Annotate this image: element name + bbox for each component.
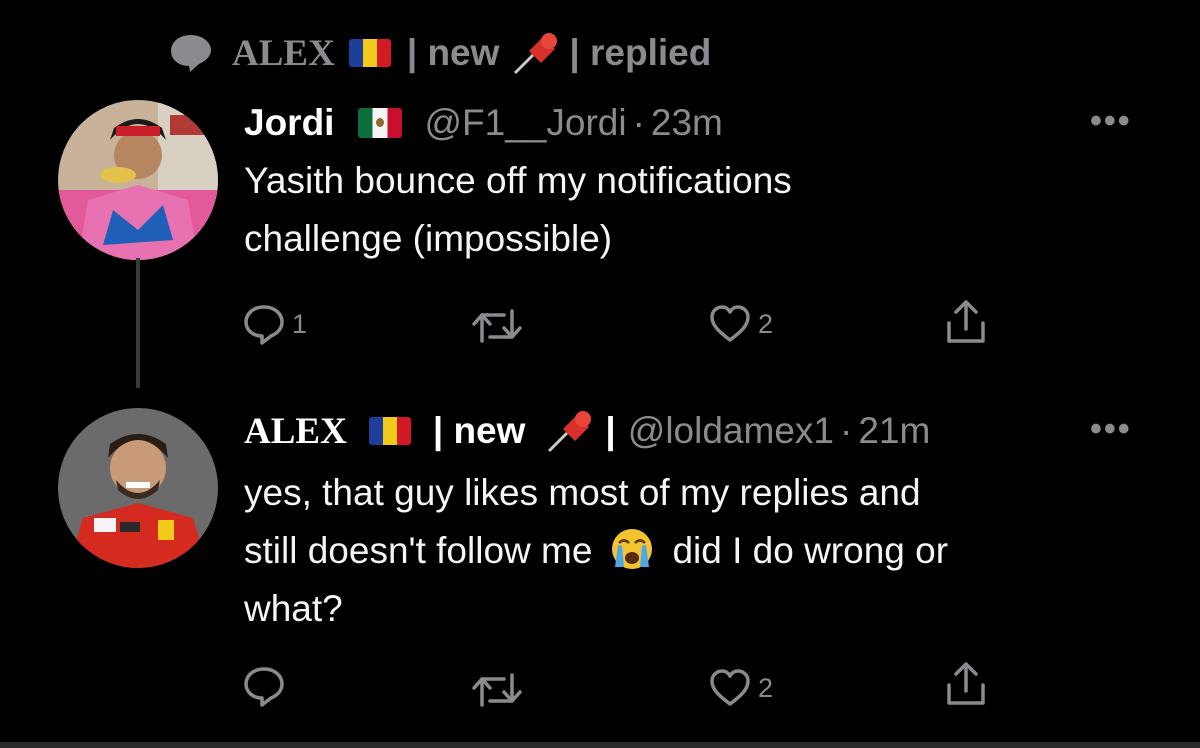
- tweet-timestamp[interactable]: 23m: [651, 102, 723, 144]
- bottom-divider: [0, 742, 1200, 748]
- share-icon: [947, 300, 985, 343]
- tweet-timestamp[interactable]: 21m: [858, 410, 930, 452]
- context-tail: | replied: [569, 32, 712, 73]
- like-button[interactable]: 2: [708, 302, 773, 346]
- tweet-text-segment: did I do wrong or: [672, 530, 949, 571]
- author-name[interactable]: Jordi: [244, 102, 334, 144]
- retweet-icon: [472, 309, 522, 343]
- separator-dot: ·: [839, 410, 853, 451]
- tweet2-header: ALEX | new | @loldamex1 · 21m: [244, 404, 930, 458]
- tweet-text-line: still doesn't follow me did I do wrong o…: [244, 522, 1164, 580]
- like-count: 2: [758, 308, 774, 339]
- reply-button[interactable]: 1: [242, 302, 307, 346]
- author-name-suffix: | new: [432, 410, 526, 451]
- more-options-button[interactable]: •••: [1090, 102, 1132, 141]
- tweet-text-segment: still doesn't follow me: [244, 530, 593, 571]
- avatar-jordi-image: [58, 100, 218, 260]
- pushpin-icon: [548, 411, 592, 453]
- avatar-alex[interactable]: [58, 408, 218, 568]
- tweet-text-line: yes, that guy likes most of my replies a…: [244, 472, 921, 513]
- share-icon: [947, 662, 985, 705]
- avatar-jordi[interactable]: [58, 100, 218, 260]
- pushpin-icon: [514, 33, 558, 75]
- reply-count: 1: [292, 308, 308, 339]
- tweet-text-line: Yasith bounce off my notifications: [244, 160, 792, 201]
- romania-flag-icon: [368, 417, 411, 445]
- author-name-bar: |: [605, 410, 616, 451]
- more-options-button[interactable]: •••: [1090, 410, 1132, 449]
- like-count: 2: [758, 672, 774, 703]
- avatar-alex-image: [58, 408, 218, 568]
- tweet-text-line: what?: [244, 588, 343, 629]
- reply-button[interactable]: [242, 664, 286, 708]
- author-handle[interactable]: @loldamex1: [628, 410, 834, 452]
- thread-connector-line: [136, 258, 140, 388]
- context-user-name: ALEX: [232, 32, 335, 74]
- separator-dot: ·: [632, 102, 645, 143]
- retweet-button[interactable]: [470, 668, 524, 712]
- speech-bubble-icon: [171, 35, 211, 72]
- author-handle[interactable]: @F1__Jordi: [424, 102, 626, 144]
- context-suffix: | new: [406, 32, 500, 73]
- share-button[interactable]: [944, 660, 988, 708]
- mexico-flag-icon: [358, 108, 403, 138]
- crying-face-icon: [612, 529, 653, 569]
- tweet2-body: yes, that guy likes most of my replies a…: [244, 464, 1164, 638]
- social-context[interactable]: ALEX | new | replied: [168, 28, 711, 78]
- heart-icon: [710, 669, 750, 706]
- reply-icon: [244, 305, 284, 345]
- tweet1-body: Yasith bounce off my notifications chall…: [244, 152, 1104, 268]
- retweet-button[interactable]: [470, 304, 524, 348]
- heart-icon: [710, 305, 750, 342]
- tweet1-header: Jordi @F1__Jordi · 23m: [244, 98, 723, 148]
- like-button[interactable]: 2: [708, 666, 773, 710]
- reply-icon: [244, 667, 284, 707]
- romania-flag-icon: [348, 39, 391, 67]
- author-name[interactable]: ALEX: [244, 410, 347, 453]
- tweet-text-line: challenge (impossible): [244, 218, 613, 259]
- retweet-icon: [472, 673, 522, 707]
- share-button[interactable]: [944, 298, 988, 346]
